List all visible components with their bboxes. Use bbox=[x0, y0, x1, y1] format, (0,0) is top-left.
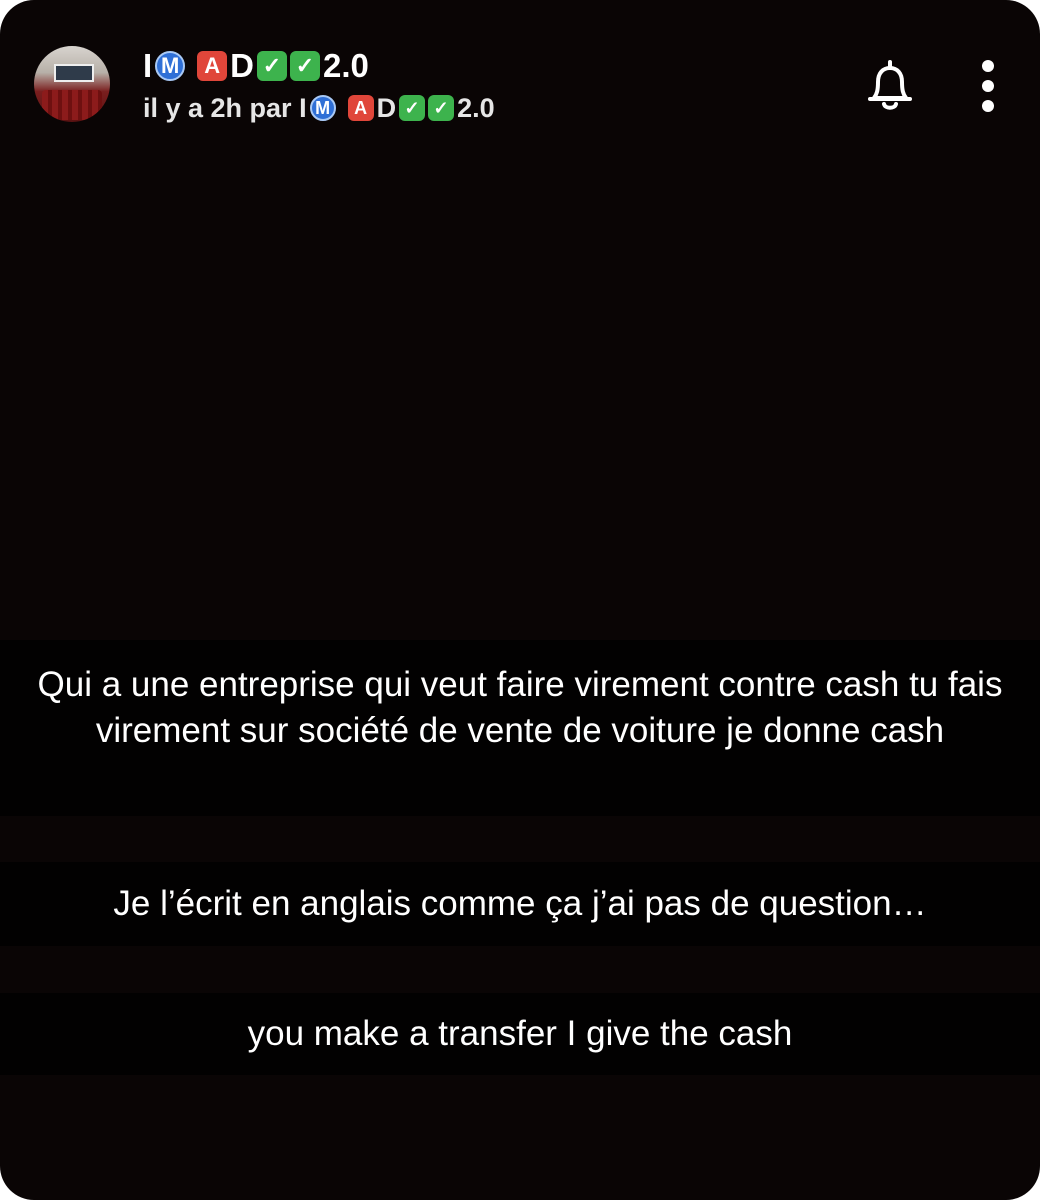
caption-text: Je l’écrit en anglais comme ça j’ai pas … bbox=[113, 884, 927, 923]
story-header: I M A D ✓ ✓ 2.0 il y a 2h par I M A D ✓ … bbox=[0, 0, 1040, 150]
timestamp-text-version: 2.0 bbox=[457, 92, 495, 123]
caption-bar: you make a transfer I give the cash bbox=[0, 993, 1040, 1075]
check-mark-icon: ✓ bbox=[290, 51, 321, 81]
story-timestamp: il y a 2h par I M A D ✓ ✓ 2.0 bbox=[143, 90, 495, 126]
timestamp-text: il y a 2h par I bbox=[143, 92, 307, 123]
story-viewer: I M A D ✓ ✓ 2.0 il y a 2h par I M A D ✓ … bbox=[0, 0, 1040, 1200]
check-mark-icon: ✓ bbox=[428, 95, 455, 121]
caption-bar: Qui a une entreprise qui veut faire vire… bbox=[0, 640, 1040, 816]
username[interactable]: I M A D ✓ ✓ 2.0 bbox=[143, 44, 369, 88]
caption-text: Qui a une entreprise qui veut faire vire… bbox=[37, 665, 1003, 750]
timestamp-text-d: D bbox=[376, 92, 397, 123]
a-square-badge: A bbox=[197, 51, 228, 81]
m-circle-badge: M bbox=[309, 95, 336, 121]
username-text-i: I bbox=[143, 47, 153, 84]
bell-icon[interactable] bbox=[860, 58, 920, 114]
a-square-badge: A bbox=[347, 95, 374, 121]
username-text-d: D bbox=[230, 47, 255, 84]
username-text-version: 2.0 bbox=[323, 47, 369, 84]
avatar-rug-detail bbox=[42, 90, 102, 120]
avatar-window-detail bbox=[54, 64, 94, 82]
check-mark-icon: ✓ bbox=[257, 51, 288, 81]
more-vertical-icon[interactable] bbox=[970, 58, 1006, 114]
avatar[interactable] bbox=[34, 46, 110, 122]
caption-bar: Je l’écrit en anglais comme ça j’ai pas … bbox=[0, 862, 1040, 946]
caption-text: you make a transfer I give the cash bbox=[247, 1014, 793, 1053]
check-mark-icon: ✓ bbox=[399, 95, 426, 121]
m-circle-badge: M bbox=[155, 51, 186, 81]
